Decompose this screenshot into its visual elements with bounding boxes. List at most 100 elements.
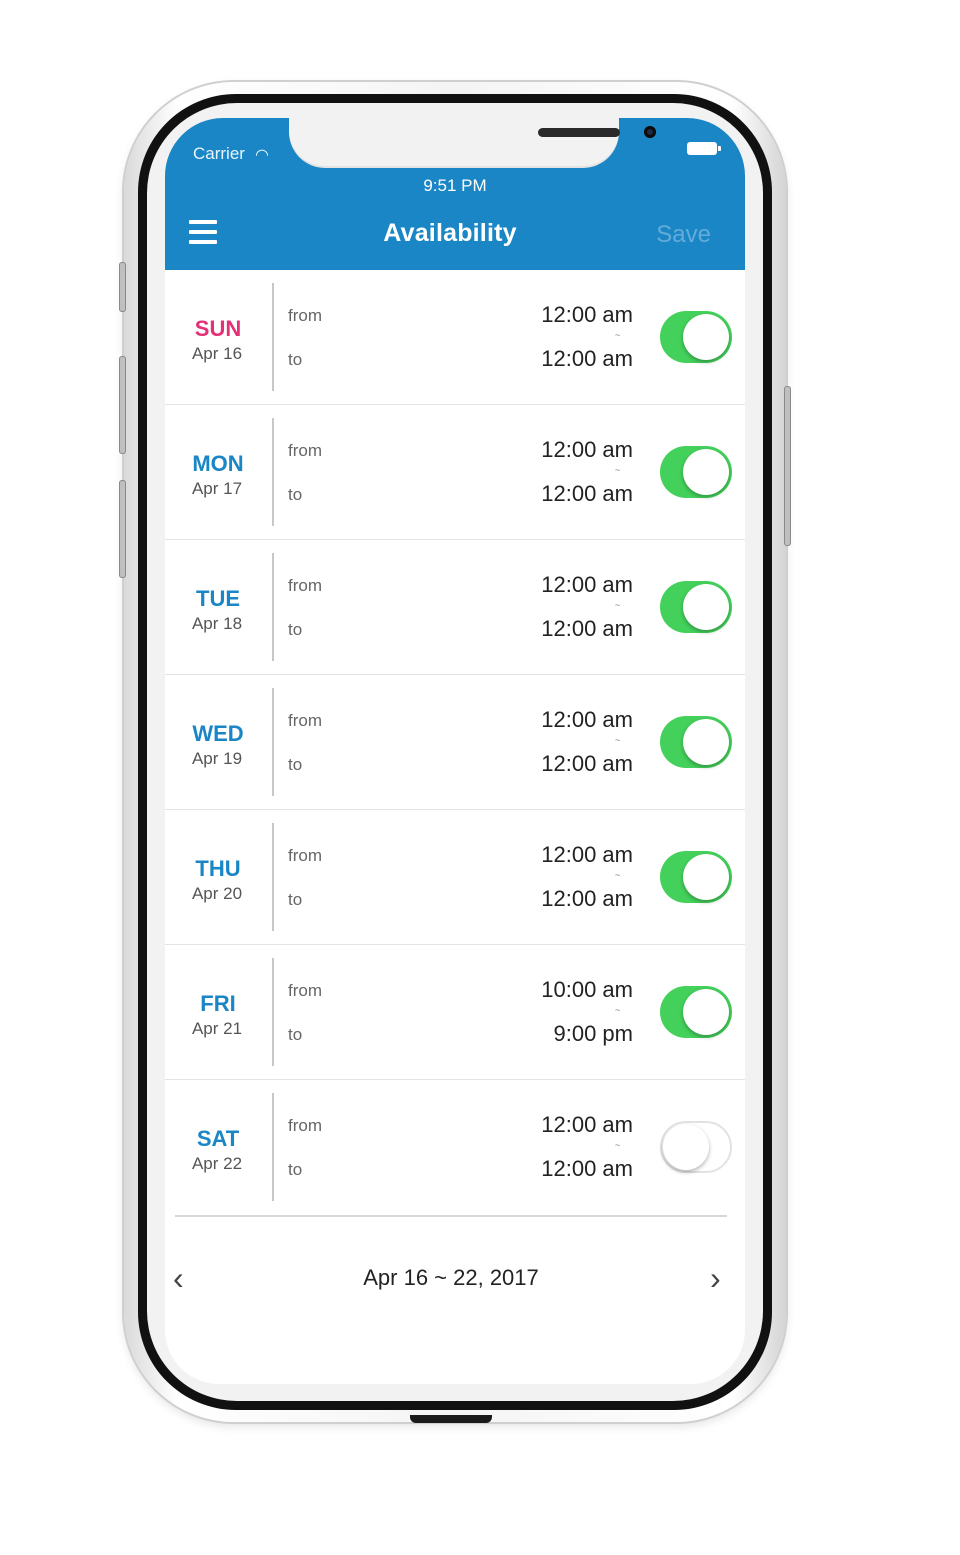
- device-mockup: Carrier ◠ 9:51 PM Availability Save SUN …: [0, 0, 960, 1555]
- to-label: to: [288, 890, 303, 909]
- availability-toggle[interactable]: [660, 986, 732, 1038]
- from-time[interactable]: 10:00 am: [541, 977, 633, 1003]
- battery-icon: [687, 142, 721, 155]
- app-screen: Carrier ◠ 9:51 PM Availability Save SUN …: [165, 118, 745, 1384]
- day-name: SAT: [196, 1126, 240, 1151]
- from-label: from: [288, 981, 322, 1000]
- page-title: Availability: [383, 219, 517, 247]
- day-row-mon: MON Apr 17 from to 12:00 am ~ 12:00 am: [165, 405, 745, 540]
- day-date: Apr 22: [191, 1154, 243, 1173]
- day-date: Apr 17: [191, 479, 243, 498]
- from-label: from: [288, 306, 322, 325]
- toggle-knob: [683, 989, 729, 1035]
- column-divider: [272, 958, 274, 1066]
- column-divider: [272, 283, 274, 391]
- column-divider: [272, 688, 274, 796]
- chevron-right-icon[interactable]: ›: [710, 1260, 721, 1297]
- day-date: Apr 21: [191, 1019, 243, 1038]
- to-label: to: [288, 755, 303, 774]
- to-time[interactable]: 12:00 am: [541, 616, 633, 642]
- to-label: to: [288, 620, 303, 639]
- footer-divider: [175, 1215, 727, 1217]
- speaker-grille: [538, 128, 620, 137]
- volume-down-button: [119, 480, 126, 578]
- from-label: from: [288, 441, 322, 460]
- day-cell: WED Apr 19: [165, 675, 272, 809]
- toggle-knob: [683, 314, 729, 360]
- range-tilde-icon: ~: [615, 600, 621, 610]
- day-row-sun: SUN Apr 16 from to 12:00 am ~ 12:00 am: [165, 270, 745, 405]
- availability-toggle[interactable]: [660, 851, 732, 903]
- carrier-label: Carrier: [193, 144, 245, 163]
- day-row-fri: FRI Apr 21 from to 10:00 am ~ 9:00 pm: [165, 945, 745, 1080]
- range-tilde-icon: ~: [615, 735, 621, 745]
- day-date: Apr 20: [191, 884, 243, 903]
- day-cell: MON Apr 17: [165, 405, 272, 539]
- day-name: TUE: [196, 586, 240, 611]
- range-tilde-icon: ~: [615, 1140, 621, 1150]
- to-time[interactable]: 12:00 am: [541, 886, 633, 912]
- column-divider: [272, 823, 274, 931]
- day-row-wed: WED Apr 19 from to 12:00 am ~ 12:00 am: [165, 675, 745, 810]
- day-row-thu: THU Apr 20 from to 12:00 am ~ 12:00 am: [165, 810, 745, 945]
- day-row-tue: TUE Apr 18 from to 12:00 am ~ 12:00 am: [165, 540, 745, 675]
- availability-toggle[interactable]: [660, 311, 732, 363]
- week-range: Apr 16 ~ 22, 2017: [363, 1265, 539, 1290]
- from-time[interactable]: 12:00 am: [541, 707, 633, 733]
- from-time[interactable]: 12:00 am: [541, 302, 633, 328]
- day-cell: SAT Apr 22: [165, 1080, 272, 1214]
- wifi-icon: ◠: [255, 147, 269, 164]
- status-time: 9:51 PM: [423, 176, 487, 195]
- to-time[interactable]: 12:00 am: [541, 1156, 633, 1182]
- day-name: FRI: [200, 991, 236, 1016]
- day-cell: TUE Apr 18: [165, 540, 272, 674]
- home-indicator: [410, 1415, 492, 1423]
- save-button[interactable]: Save: [656, 221, 711, 249]
- day-row-sat: SAT Apr 22 from to 12:00 am ~ 12:00 am: [165, 1080, 745, 1215]
- column-divider: [272, 553, 274, 661]
- from-label: from: [288, 846, 322, 865]
- range-tilde-icon: ~: [615, 870, 621, 880]
- availability-toggle[interactable]: [660, 446, 732, 498]
- to-label: to: [288, 350, 303, 369]
- day-cell: THU Apr 20: [165, 810, 272, 944]
- range-tilde-icon: ~: [615, 465, 621, 475]
- availability-toggle[interactable]: [660, 716, 732, 768]
- column-divider: [272, 418, 274, 526]
- camera-icon: [644, 126, 656, 138]
- day-date: Apr 19: [191, 749, 243, 768]
- from-time[interactable]: 12:00 am: [541, 1112, 633, 1138]
- from-time[interactable]: 12:00 am: [541, 842, 633, 868]
- column-divider: [272, 1093, 274, 1201]
- day-name: SUN: [194, 316, 242, 341]
- toggle-knob: [683, 854, 729, 900]
- volume-up-button: [119, 356, 126, 454]
- range-tilde-icon: ~: [615, 330, 621, 340]
- device-notch: [289, 118, 656, 166]
- to-time[interactable]: 12:00 am: [541, 481, 633, 507]
- day-date: Apr 16: [191, 344, 243, 363]
- toggle-knob: [683, 719, 729, 765]
- to-time[interactable]: 12:00 am: [541, 346, 633, 372]
- to-label: to: [288, 1160, 303, 1179]
- from-label: from: [288, 711, 322, 730]
- to-time[interactable]: 9:00 pm: [554, 1021, 634, 1047]
- to-label: to: [288, 1025, 303, 1044]
- to-label: to: [288, 485, 303, 504]
- toggle-knob: [663, 1124, 709, 1170]
- range-tilde-icon: ~: [615, 1005, 621, 1015]
- toggle-knob: [683, 449, 729, 495]
- from-label: from: [288, 576, 322, 595]
- day-name: WED: [192, 721, 244, 746]
- availability-toggle[interactable]: [660, 581, 732, 633]
- day-cell: FRI Apr 21: [165, 945, 272, 1079]
- from-label: from: [288, 1116, 322, 1135]
- to-time[interactable]: 12:00 am: [541, 751, 633, 777]
- from-time[interactable]: 12:00 am: [541, 572, 633, 598]
- day-cell: SUN Apr 16: [165, 270, 272, 404]
- from-time[interactable]: 12:00 am: [541, 437, 633, 463]
- availability-toggle[interactable]: [660, 1121, 732, 1173]
- day-name: THU: [195, 856, 241, 881]
- power-button: [784, 386, 791, 546]
- mute-switch: [119, 262, 126, 312]
